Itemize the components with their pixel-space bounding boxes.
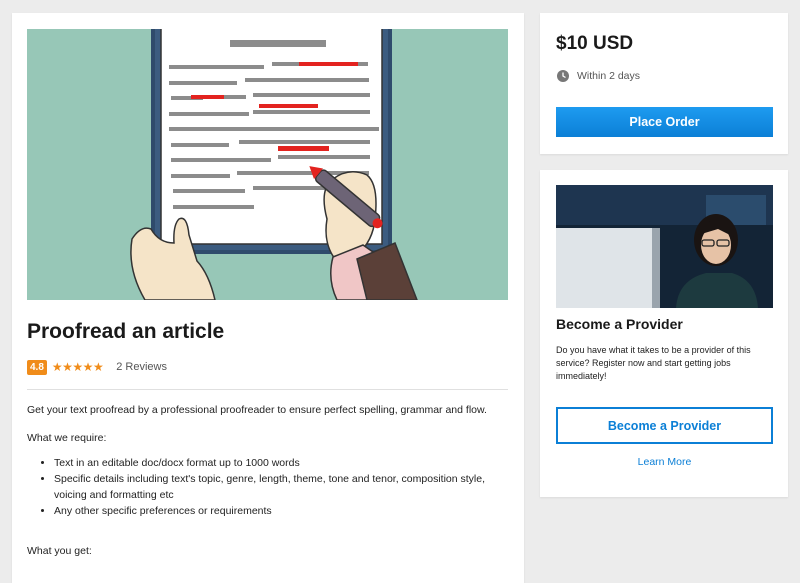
rating-badge: 4.8: [27, 359, 47, 375]
learn-more-link[interactable]: Learn More: [556, 456, 773, 468]
requirements-list: Text in an editable doc/docx format up t…: [27, 455, 507, 519]
page-title: Proofread an article: [27, 320, 225, 343]
reviews-link[interactable]: 2 Reviews: [116, 361, 167, 373]
provider-text: Do you have what it takes to be a provid…: [556, 345, 751, 381]
rating-summary: 4.8 ★★★★★ 2 Reviews: [27, 359, 167, 375]
provider-title: Become a Provider: [556, 316, 683, 332]
clock-icon: [557, 70, 569, 82]
price: $10 USD: [556, 33, 634, 54]
provider-card: Become a Provider Do you have what it ta…: [540, 170, 788, 497]
star-icon: ★★★★★: [51, 360, 104, 374]
list-item: Specific details including text's topic,…: [54, 471, 507, 503]
list-item: Any other specific preferences or requir…: [54, 503, 507, 519]
list-item: Text in an editable doc/docx format up t…: [54, 455, 507, 471]
deliverables-label: What you get:: [27, 545, 92, 557]
become-provider-button[interactable]: Become a Provider: [556, 407, 773, 444]
provider-photo: [556, 185, 773, 308]
requirements-label: What we require:: [27, 432, 107, 444]
service-illustration: [27, 29, 508, 300]
divider: [27, 389, 508, 390]
delivery-time: Within 2 days: [557, 70, 640, 82]
service-description: Get your text proofread by a professiona…: [27, 402, 507, 559]
service-card: Proofread an article 4.8 ★★★★★ 2 Reviews…: [12, 13, 524, 583]
place-order-button[interactable]: Place Order: [556, 107, 773, 137]
description-text: Get your text proofread by a professiona…: [27, 404, 487, 416]
order-card: $10 USD Within 2 days Place Order: [540, 13, 788, 154]
delivery-time-label: Within 2 days: [577, 70, 641, 82]
